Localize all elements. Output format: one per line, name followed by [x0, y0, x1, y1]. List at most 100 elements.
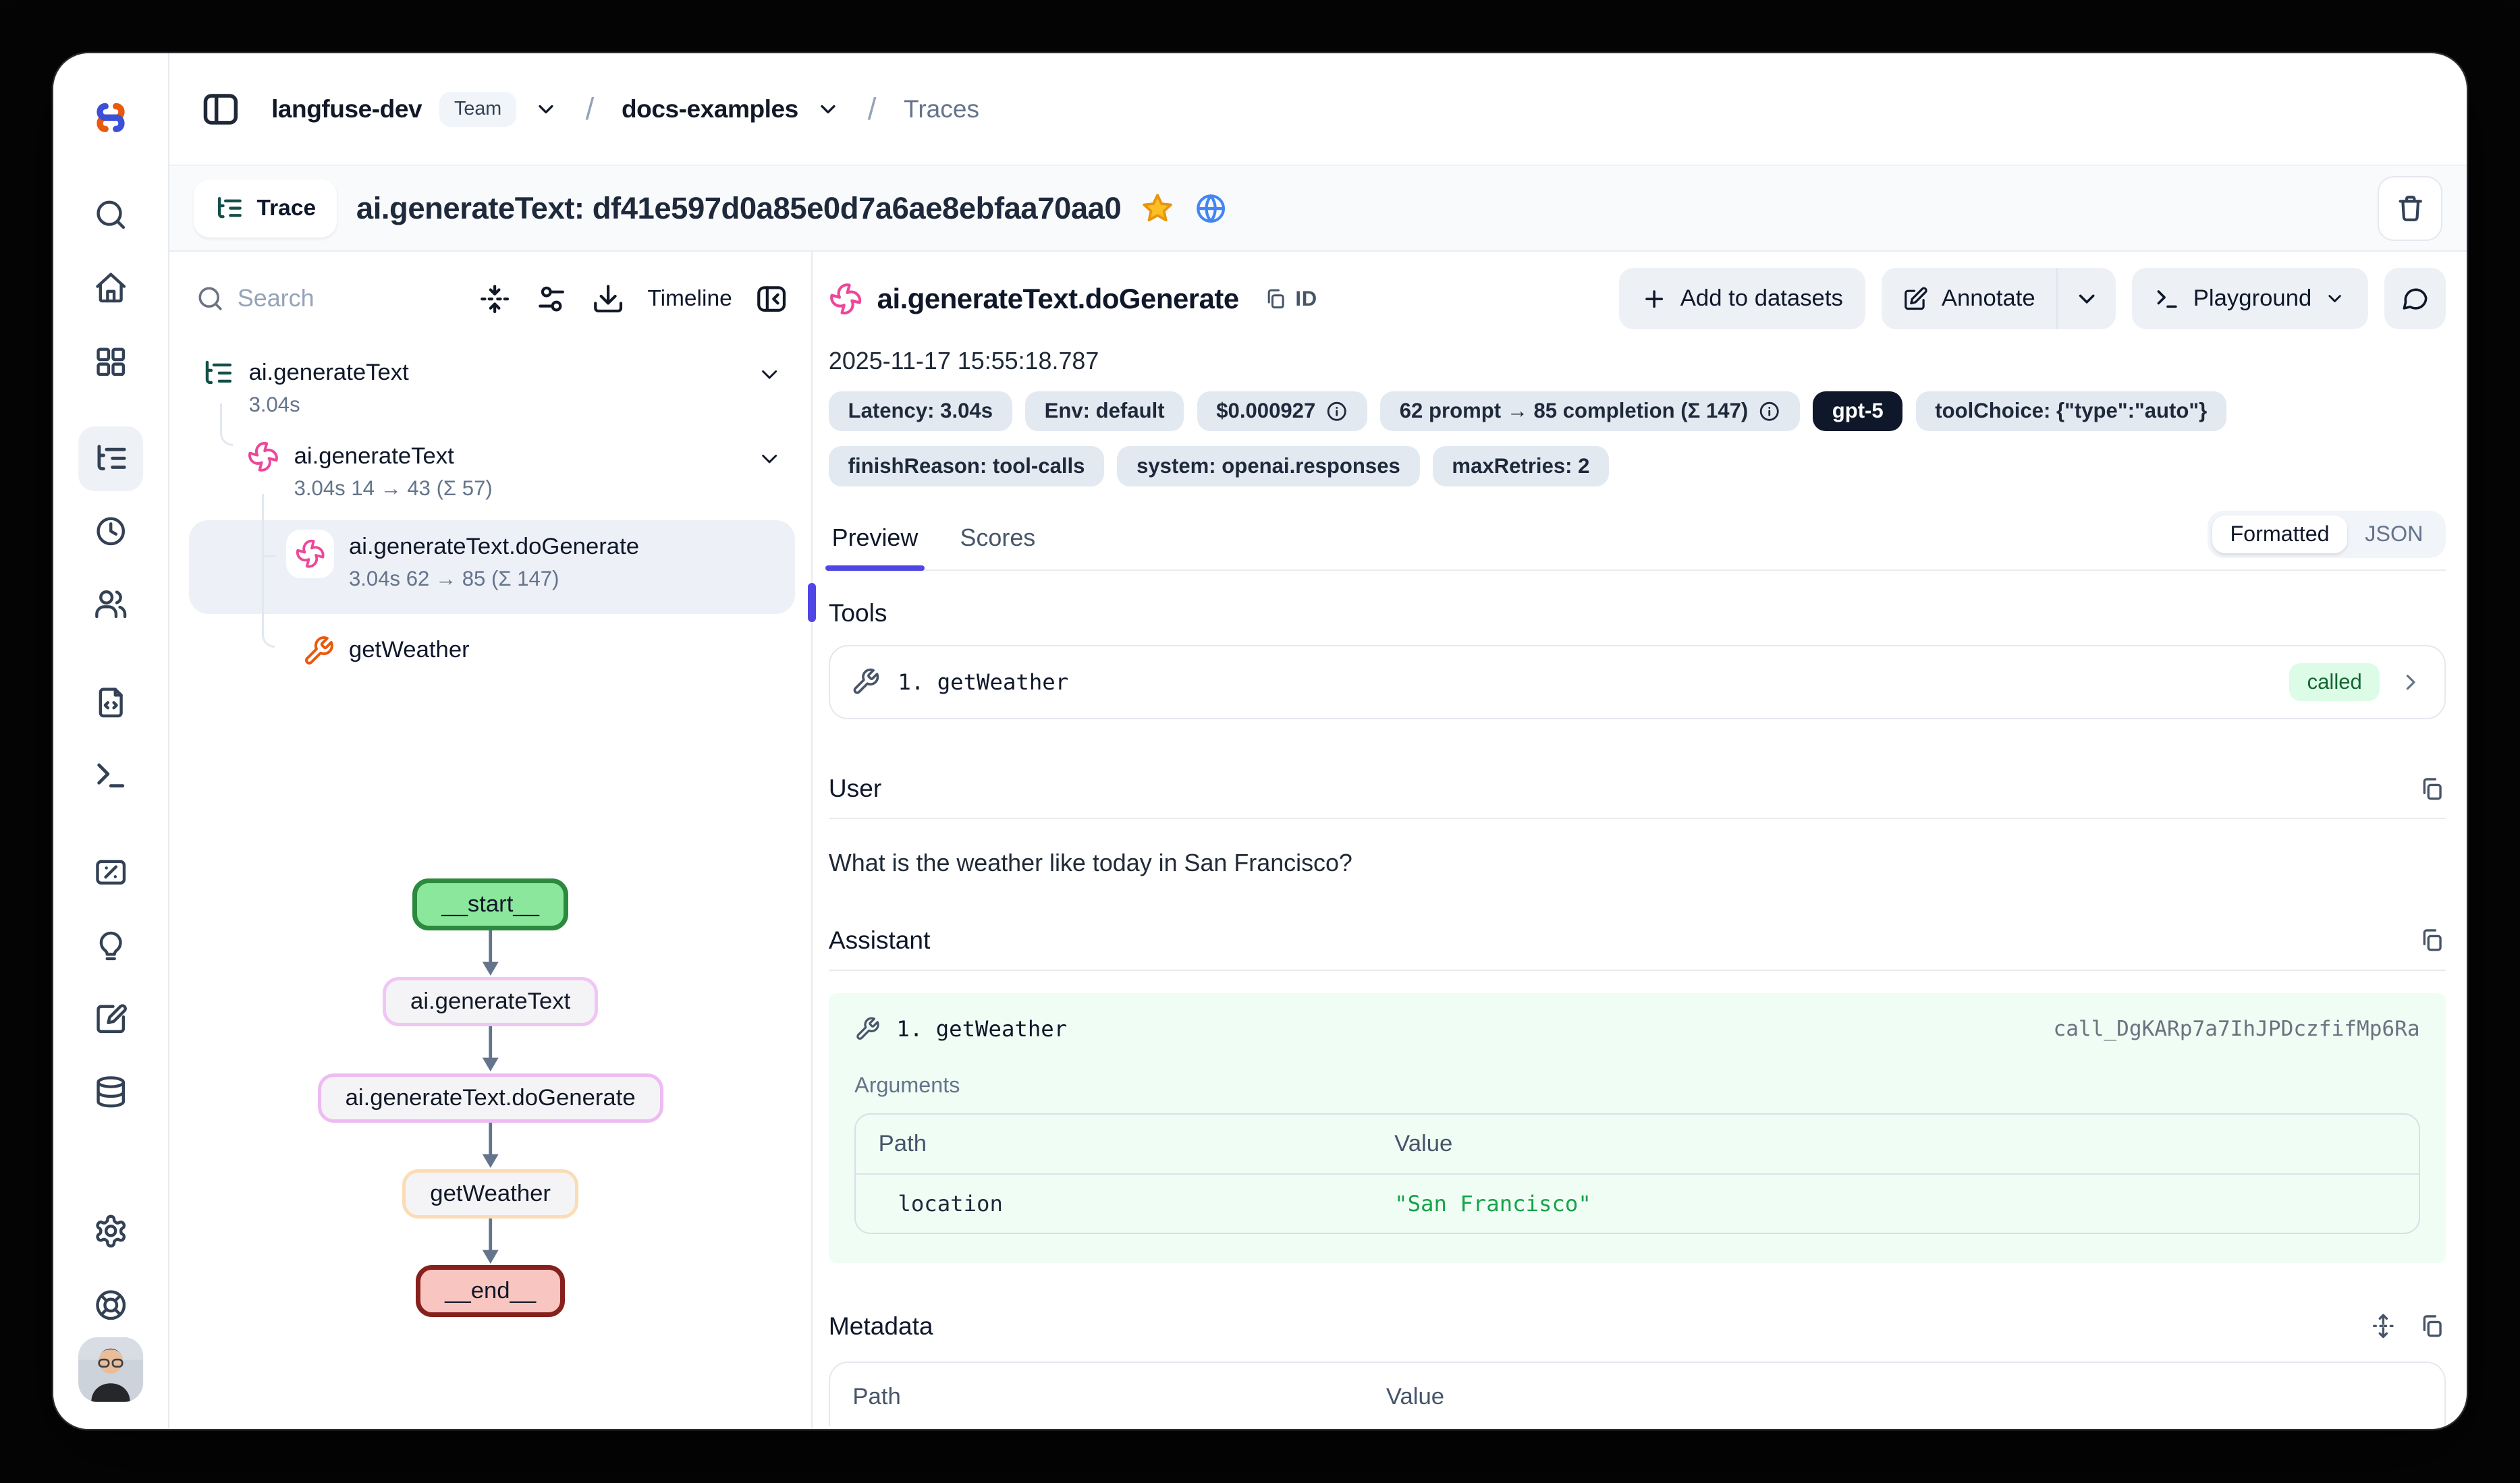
badge-label: maxRetries: 2 — [1452, 454, 1589, 478]
rail-sessions-icon[interactable] — [90, 510, 132, 552]
info-icon[interactable] — [1758, 400, 1781, 423]
copy-metadata-button[interactable] — [2418, 1312, 2446, 1340]
rail-home-icon[interactable] — [90, 267, 132, 308]
rail-settings-icon[interactable] — [90, 1210, 132, 1252]
graph-node-__end__[interactable]: __end__ — [416, 1265, 565, 1317]
delete-trace-button[interactable] — [2378, 176, 2442, 241]
metadata-actions — [2370, 1312, 2445, 1340]
annotate-dropdown[interactable] — [2056, 268, 2116, 329]
observation-badge: gpt-5 — [1813, 391, 1902, 432]
graph-edge-arrow — [479, 1026, 502, 1073]
tools-heading: Tools — [829, 598, 2446, 627]
observation-badge: $0.000927 — [1197, 391, 1367, 432]
tool-call-name: 1. getWeather — [896, 1016, 1067, 1042]
tool-call-row: 1. getWeather call_DgKARp7a7IhJPDczfifMp… — [854, 1016, 2419, 1042]
arg-value: "San Francisco" — [1394, 1191, 1591, 1216]
info-icon[interactable] — [1325, 400, 1348, 423]
rail-datasets-icon[interactable] — [90, 1071, 132, 1113]
tab-scores[interactable]: Scores — [957, 514, 1039, 569]
expand-metadata-button[interactable] — [2370, 1312, 2397, 1340]
assistant-heading: Assistant — [829, 926, 931, 955]
rail-prompts-icon[interactable] — [90, 681, 132, 723]
observation-badge: toolChoice: {"type":"auto"} — [1916, 391, 2226, 432]
chevron-down-icon[interactable] — [757, 362, 782, 387]
metadata-section-header: Metadata — [829, 1312, 2446, 1341]
timeline-toggle[interactable]: Timeline — [647, 286, 732, 312]
tree-node-ai-generatetext[interactable]: ai.generateText3.04s — [189, 345, 795, 426]
display-settings-icon[interactable] — [535, 282, 568, 316]
observation-title: ai.generateText.doGenerate — [877, 283, 1239, 315]
tree-node-ai-generatetext[interactable]: ai.generateText3.04s 14 → 43 (Σ 57) — [189, 430, 795, 513]
badge-label: Latency: 3.04s — [848, 399, 993, 423]
add-to-datasets-label: Add to datasets — [1680, 285, 1843, 312]
langfuse-logo[interactable] — [90, 97, 132, 139]
section-name[interactable]: Traces — [904, 94, 979, 123]
chevron-down-icon — [2074, 286, 2100, 312]
user-message: What is the weather like today in San Fr… — [829, 849, 2446, 877]
rail-playground-icon[interactable] — [90, 754, 132, 796]
tree-node-getweather[interactable]: getWeather — [189, 623, 795, 672]
format-json[interactable]: JSON — [2347, 515, 2441, 553]
user-avatar[interactable] — [78, 1337, 143, 1402]
graph-node-ai-generatetext[interactable]: ai.generateText — [383, 977, 598, 1026]
star-icon[interactable] — [1141, 192, 1174, 225]
rail-support-icon[interactable] — [90, 1284, 132, 1326]
tool-name: 1. getWeather — [898, 669, 1068, 695]
tab-preview[interactable]: Preview — [829, 514, 921, 569]
format-formatted[interactable]: Formatted — [2212, 515, 2347, 553]
sidebar-toggle-icon[interactable] — [200, 89, 241, 130]
generation-icon — [829, 282, 862, 316]
copy-icon — [2418, 926, 2446, 954]
rail-traces-icon[interactable] — [78, 426, 143, 491]
observation-badge: finishReason: tool-calls — [829, 446, 1104, 486]
annotate-button[interactable]: Annotate — [1882, 268, 2056, 329]
globe-icon[interactable] — [1194, 192, 1228, 225]
col-value: Value — [1386, 1384, 1444, 1410]
annotate-button-group: Annotate — [1882, 268, 2116, 329]
add-to-datasets-button[interactable]: Add to datasets — [1619, 268, 1866, 329]
graph-edge-arrow — [479, 1123, 502, 1169]
rail-users-icon[interactable] — [90, 583, 132, 625]
trace-type-badge[interactable]: Trace — [194, 179, 337, 237]
comment-icon — [2401, 284, 2430, 313]
download-icon[interactable] — [591, 282, 625, 316]
rail-dashboards-icon[interactable] — [90, 341, 132, 383]
graph-node-__start__[interactable]: __start__ — [412, 878, 568, 930]
copy-icon — [2418, 1312, 2446, 1340]
graph-node-ai-generatetext-dogenerate[interactable]: ai.generateText.doGenerate — [318, 1073, 663, 1123]
chevron-down-icon[interactable] — [757, 446, 782, 472]
observation-badge: Latency: 3.04s — [829, 391, 1012, 432]
workspace-name[interactable]: langfuse-dev — [271, 94, 422, 123]
fold-vertical-icon[interactable] — [478, 282, 512, 316]
tree-node-ai-generatetext-dogenerate[interactable]: ai.generateText.doGenerate3.04s 62 → 85 … — [189, 520, 795, 614]
copy-user-button[interactable] — [2418, 775, 2446, 803]
copy-icon — [1263, 287, 1288, 311]
badge-label: finishReason: tool-calls — [848, 454, 1085, 478]
copy-assistant-button[interactable] — [2418, 926, 2446, 954]
tool-definition-row[interactable]: 1. getWeather called — [829, 645, 2446, 719]
copy-id-button[interactable]: ID — [1263, 287, 1317, 311]
rail-scores-icon[interactable] — [90, 851, 132, 893]
trash-icon — [2395, 193, 2426, 223]
rail-search-icon[interactable] — [90, 194, 132, 235]
collapse-panel-icon[interactable] — [755, 282, 788, 316]
rail-annotation-icon[interactable] — [90, 998, 132, 1040]
detail-header: ai.generateText.doGenerate ID Add to dat… — [829, 268, 2446, 329]
main-column: langfuse-dev Team / docs-examples / Trac… — [169, 53, 2467, 1429]
metadata-table: Path Value — [829, 1362, 2446, 1426]
user-heading: User — [829, 774, 881, 803]
detail-scroll-area: Tools 1. getWeather called User — [829, 571, 2446, 1429]
comments-button[interactable] — [2384, 268, 2446, 329]
assistant-section-header: Assistant — [829, 926, 2446, 971]
metadata-heading: Metadata — [829, 1312, 933, 1341]
content-row: Timeline ai.generateText3.04sai.generate… — [169, 252, 2467, 1429]
graph-node-getweather[interactable]: getWeather — [402, 1169, 578, 1219]
chevron-down-icon[interactable] — [534, 97, 558, 121]
arg-path: location — [879, 1191, 1394, 1216]
search-input[interactable] — [238, 285, 383, 312]
chevron-down-icon[interactable] — [816, 97, 840, 121]
panel-resize-handle[interactable] — [808, 583, 816, 621]
rail-evaluation-icon[interactable] — [90, 926, 132, 968]
project-name[interactable]: docs-examples — [622, 94, 798, 123]
playground-button[interactable]: Playground — [2132, 268, 2368, 329]
